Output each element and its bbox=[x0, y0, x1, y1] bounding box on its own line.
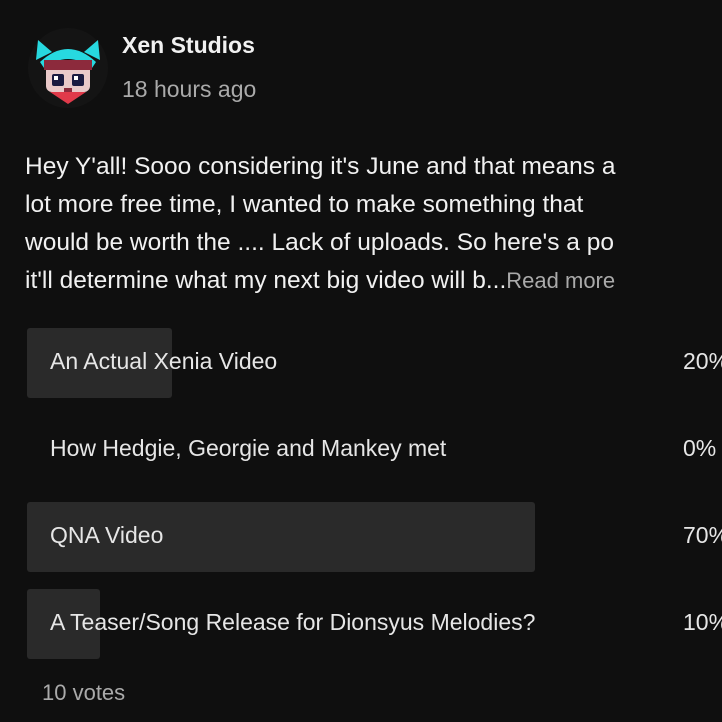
poll-option-label: A Teaser/Song Release for Dionsyus Melod… bbox=[50, 609, 536, 635]
read-more-link[interactable]: Read more bbox=[506, 268, 615, 293]
channel-avatar[interactable] bbox=[26, 26, 110, 110]
poll-option[interactable]: A Teaser/Song Release for Dionsyus Melod… bbox=[27, 589, 722, 659]
poll-option-label: QNA Video bbox=[50, 522, 164, 548]
poll-option[interactable]: An Actual Xenia Video 20% bbox=[27, 328, 722, 398]
channel-name[interactable]: Xen Studios bbox=[122, 32, 255, 59]
poll-option-label: How Hedgie, Georgie and Mankey met bbox=[50, 435, 447, 461]
poll-option-label: An Actual Xenia Video bbox=[50, 348, 278, 374]
poll: An Actual Xenia Video 20% How Hedgie, Ge… bbox=[27, 328, 722, 676]
poll-option-percent: 70% bbox=[683, 522, 722, 548]
post-line: would be worth the .... Lack of uploads.… bbox=[25, 229, 614, 256]
post-timestamp: 18 hours ago bbox=[122, 76, 257, 102]
post-header bbox=[26, 26, 122, 110]
poll-option-percent: 10% bbox=[683, 609, 722, 635]
poll-option[interactable]: How Hedgie, Georgie and Mankey met 0% bbox=[27, 415, 722, 485]
poll-option[interactable]: QNA Video 70% bbox=[27, 502, 722, 572]
post-line-last: it'll determine what my next big video w… bbox=[25, 262, 722, 300]
post-line-text: it'll determine what my next big video w… bbox=[25, 267, 507, 294]
post-line: Hey Y'all! Sooo considering it's June an… bbox=[25, 153, 616, 180]
poll-option-percent: 0% bbox=[683, 435, 717, 461]
vote-count: 10 votes bbox=[42, 680, 126, 705]
post-line: lot more free time, I wanted to make som… bbox=[25, 191, 584, 218]
post-body: Hey Y'all! Sooo considering it's June an… bbox=[25, 148, 722, 300]
poll-option-percent: 20% bbox=[683, 348, 722, 374]
